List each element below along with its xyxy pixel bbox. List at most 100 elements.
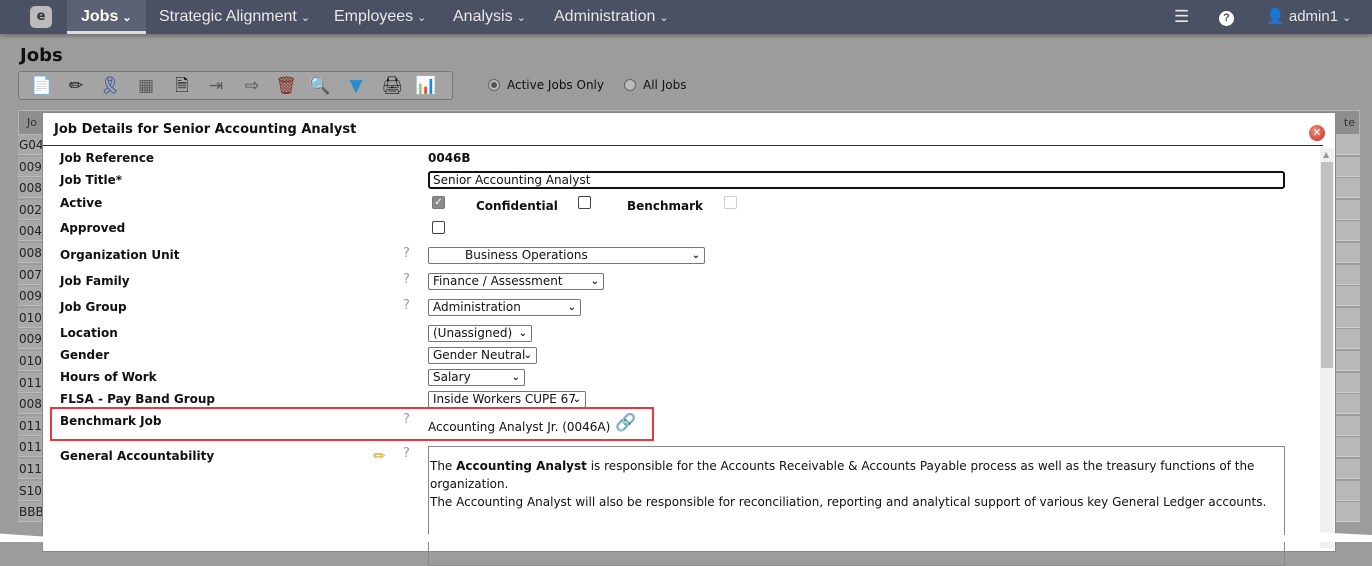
export-icon[interactable]: ⇨ [241, 75, 263, 97]
table-row[interactable]: 011 [18, 372, 42, 393]
select-value: Finance / Assessment [433, 274, 563, 288]
table-cell[interactable] [1336, 351, 1360, 371]
dialog-title: Job Details for Senior Accounting Analys… [54, 122, 357, 137]
toolbar: 📄 ✏ 🎗 ▦ 🗎 ⇥ ⇨ 🗑 🔍 ▼ 🖨 📊 [18, 71, 453, 100]
table-row[interactable]: 007 [18, 264, 42, 285]
flsa-select[interactable]: Inside Workers CUPE 67 ⌄ [428, 391, 586, 408]
scroll-up-icon[interactable]: ▲ [1323, 150, 1329, 159]
menu-administration[interactable]: Administration ⌄ [540, 0, 683, 34]
gender-select[interactable]: Gender Neutral ⌄ [428, 347, 537, 364]
table-cell[interactable] [1336, 178, 1360, 199]
menu-jobs[interactable]: Jobs ⌄ [67, 0, 146, 34]
user-menu[interactable]: 👤 admin1 ⌄ [1252, 0, 1365, 34]
table-row[interactable]: 009 [18, 329, 42, 350]
table-row[interactable]: 010 [18, 351, 42, 371]
active-checkbox[interactable]: ✓ [432, 196, 445, 209]
general-accountability-text[interactable]: The Accounting Analyst is responsible fo… [428, 446, 1285, 566]
radio-all-jobs[interactable]: All Jobs [624, 78, 686, 92]
location-select[interactable]: (Unassigned) ⌄ [428, 325, 532, 342]
org-unit-select[interactable]: Business Operations ⌄ [428, 247, 705, 264]
column-header[interactable]: te [1344, 116, 1355, 129]
approved-checkbox[interactable] [432, 221, 445, 234]
radio-selected[interactable] [488, 79, 500, 91]
job-group-select[interactable]: Administration ⌄ [428, 299, 581, 316]
table-row[interactable]: 008 [18, 243, 42, 263]
confidential-checkbox[interactable] [578, 196, 591, 209]
table-cell[interactable] [1336, 372, 1360, 393]
sliders-icon[interactable]: ☰ [1160, 0, 1203, 34]
questionnaire-icon[interactable]: ▦ [135, 75, 157, 97]
job-title-input[interactable]: Senior Accounting Analyst [428, 171, 1285, 189]
table-row[interactable]: S10 [18, 480, 42, 501]
new-job-icon[interactable]: 📄 [31, 75, 53, 97]
import-icon[interactable]: ⇥ [205, 75, 227, 97]
table-cell[interactable] [1336, 480, 1360, 501]
menu-label: Analysis [453, 8, 513, 25]
table-row[interactable]: BBB [18, 502, 42, 523]
table-row[interactable]: 011 [18, 459, 42, 479]
hours-of-work-select[interactable]: Salary ⌄ [428, 369, 525, 386]
paragraph: The Accounting Analyst will also be resp… [430, 495, 1267, 509]
help-icon[interactable]: ? [403, 298, 410, 313]
table-row[interactable]: 011 [18, 437, 42, 458]
table-row[interactable]: 010 [18, 307, 42, 328]
table-cell[interactable] [1336, 264, 1360, 285]
benchmark-job-value: Accounting Analyst Jr. (0046A) [428, 420, 611, 434]
help-icon[interactable]: ? [403, 446, 410, 461]
menu-employees[interactable]: Employees ⌄ [320, 0, 440, 34]
benchmark-checkbox[interactable] [724, 196, 737, 209]
table-cell[interactable] [1336, 221, 1360, 242]
award-icon[interactable]: 🎗 [99, 75, 121, 97]
menu-strategic-alignment[interactable]: Strategic Alignment ⌄ [145, 0, 324, 34]
table-cell[interactable] [1336, 437, 1360, 458]
column-header[interactable]: Jo [27, 116, 37, 129]
bold-text: Accounting Analyst [456, 459, 587, 473]
table-cell[interactable] [1336, 459, 1360, 479]
menu-analysis[interactable]: Analysis ⌄ [439, 0, 540, 34]
chevron-down-icon: ⌄ [417, 12, 427, 24]
help-icon[interactable]: ? [1205, 0, 1248, 34]
table-row[interactable]: 009 [18, 286, 42, 307]
label-flsa: FLSA - Pay Band Group [60, 392, 216, 406]
table-row[interactable]: G04 [18, 135, 42, 155]
table-cell[interactable] [1336, 286, 1360, 307]
app-logo[interactable]: e [30, 6, 52, 28]
table-cell[interactable] [1336, 156, 1360, 177]
chevron-down-icon: ⌄ [572, 394, 581, 405]
help-icon[interactable]: ? [403, 246, 410, 261]
delete-icon[interactable]: 🗑 [275, 75, 297, 97]
help-icon[interactable]: ? [403, 272, 410, 287]
label-approved: Approved [60, 221, 126, 235]
table-row[interactable]: 008 [18, 394, 42, 415]
table-row[interactable]: 011 [18, 415, 42, 436]
document-icon[interactable]: 🗎 [171, 75, 193, 97]
job-family-select[interactable]: Finance / Assessment ⌄ [428, 273, 604, 290]
table-row[interactable]: 004 [18, 221, 42, 242]
table-cell[interactable] [1336, 394, 1360, 415]
filter-icon[interactable]: ▼ [345, 75, 367, 97]
table-row[interactable]: 009 [18, 156, 42, 177]
table-cell[interactable] [1336, 329, 1360, 350]
table-cell[interactable] [1336, 502, 1360, 523]
unlink-icon[interactable]: 🔗 [615, 413, 636, 433]
table-row[interactable]: 008 [18, 178, 42, 199]
edit-icon[interactable]: ✏ [65, 75, 87, 97]
table-cell[interactable] [1336, 199, 1360, 220]
table-cell[interactable] [1336, 243, 1360, 263]
chevron-down-icon: ⌄ [659, 12, 669, 24]
search-icon[interactable]: 🔍 [309, 75, 331, 97]
table-cell[interactable] [1336, 415, 1360, 436]
print-icon[interactable]: 🖨 [381, 75, 403, 97]
edit-icon[interactable]: ✏ [373, 447, 386, 465]
scrollbar[interactable]: ▲ [1320, 148, 1334, 548]
scrollbar-thumb[interactable] [1321, 162, 1333, 368]
table-cell[interactable] [1336, 307, 1360, 328]
report-icon[interactable]: 📊 [415, 75, 437, 97]
radio-active-jobs-only[interactable]: Active Jobs Only [488, 78, 604, 92]
radio-unselected[interactable] [624, 79, 636, 91]
table-cell[interactable] [1336, 135, 1360, 155]
table-row[interactable]: 002 [18, 199, 42, 220]
help-icon[interactable]: ? [403, 412, 410, 427]
close-icon[interactable]: ✕ [1309, 125, 1325, 141]
select-value: Gender Neutral [433, 348, 526, 362]
